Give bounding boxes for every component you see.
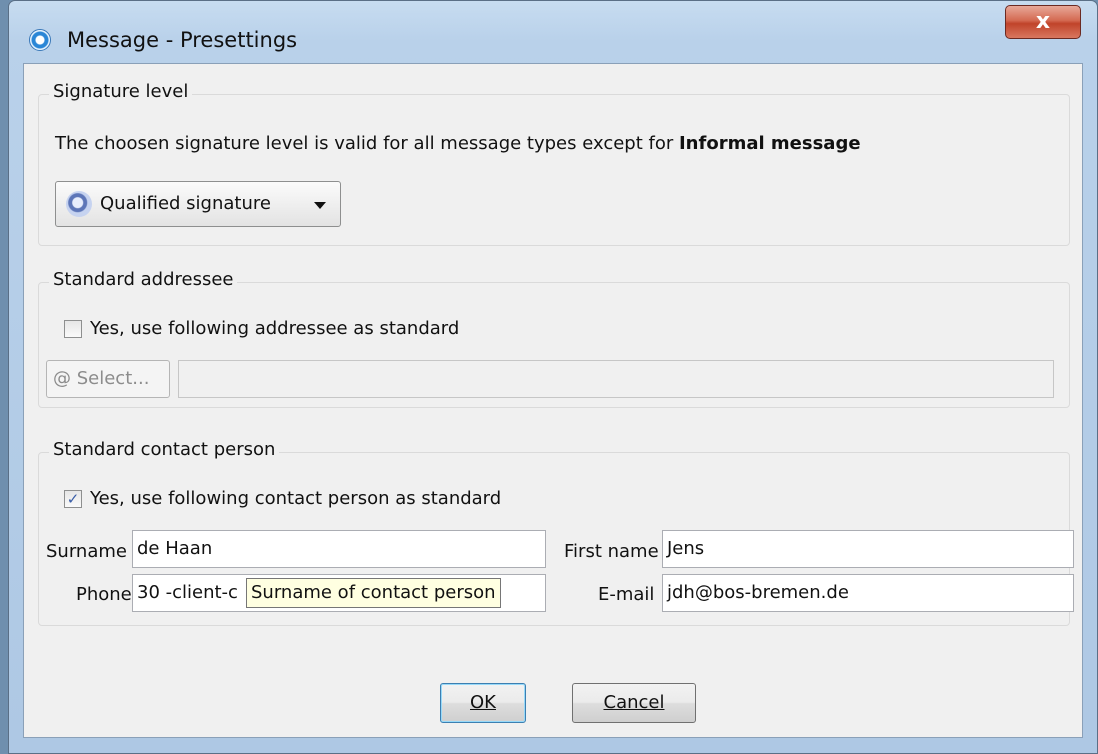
signature-level-dropdown[interactable]: Qualified signature — [55, 181, 341, 227]
ok-button[interactable]: OK — [440, 683, 526, 723]
cancel-button[interactable]: Cancel — [572, 683, 696, 723]
email-input[interactable]: jdh@bos-bremen.de — [662, 574, 1074, 612]
close-button[interactable]: x — [1005, 5, 1081, 39]
chevron-down-icon — [314, 202, 326, 209]
signature-info-bold: Informal message — [678, 133, 861, 154]
cancel-button-label: Cancel — [603, 692, 665, 713]
standard-contact-legend: Standard contact person — [49, 439, 280, 460]
firstname-input[interactable]: Jens — [662, 530, 1074, 568]
signature-info-text: The choosen signature level is valid for… — [55, 133, 861, 154]
signature-level-legend: Signature level — [49, 81, 193, 102]
contact-checkbox[interactable]: ✓ — [64, 490, 82, 508]
window-title: Message - Presettings — [67, 28, 298, 52]
surname-tooltip: Surname of contact person — [246, 578, 501, 608]
app-logo-icon — [29, 29, 51, 51]
dialog-window: Message - Presettings x Signature level … — [8, 0, 1098, 754]
firstname-label: First name — [564, 541, 659, 562]
title-bar: Message - Presettings x — [9, 1, 1097, 67]
phone-label: Phone — [76, 584, 132, 605]
signature-info-prefix: The choosen signature level is valid for… — [55, 133, 679, 154]
surname-input[interactable]: de Haan — [132, 530, 546, 568]
ok-button-label: OK — [470, 692, 496, 713]
addressee-checkbox-label: Yes, use following addressee as standard — [90, 318, 460, 339]
select-addressee-button[interactable]: @ Select... — [46, 360, 170, 398]
signature-level-selected: Qualified signature — [100, 193, 271, 214]
surname-label: Surname — [46, 541, 127, 562]
standard-addressee-legend: Standard addressee — [49, 269, 238, 290]
dialog-content: Signature level The choosen signature le… — [23, 63, 1083, 738]
addressee-field[interactable] — [178, 360, 1054, 398]
addressee-checkbox[interactable] — [64, 320, 82, 338]
signature-seal-icon — [66, 191, 92, 217]
contact-checkbox-label: Yes, use following contact person as sta… — [90, 488, 502, 509]
signature-level-group: Signature level The choosen signature le… — [38, 81, 1070, 246]
email-label: E-mail — [598, 584, 655, 605]
